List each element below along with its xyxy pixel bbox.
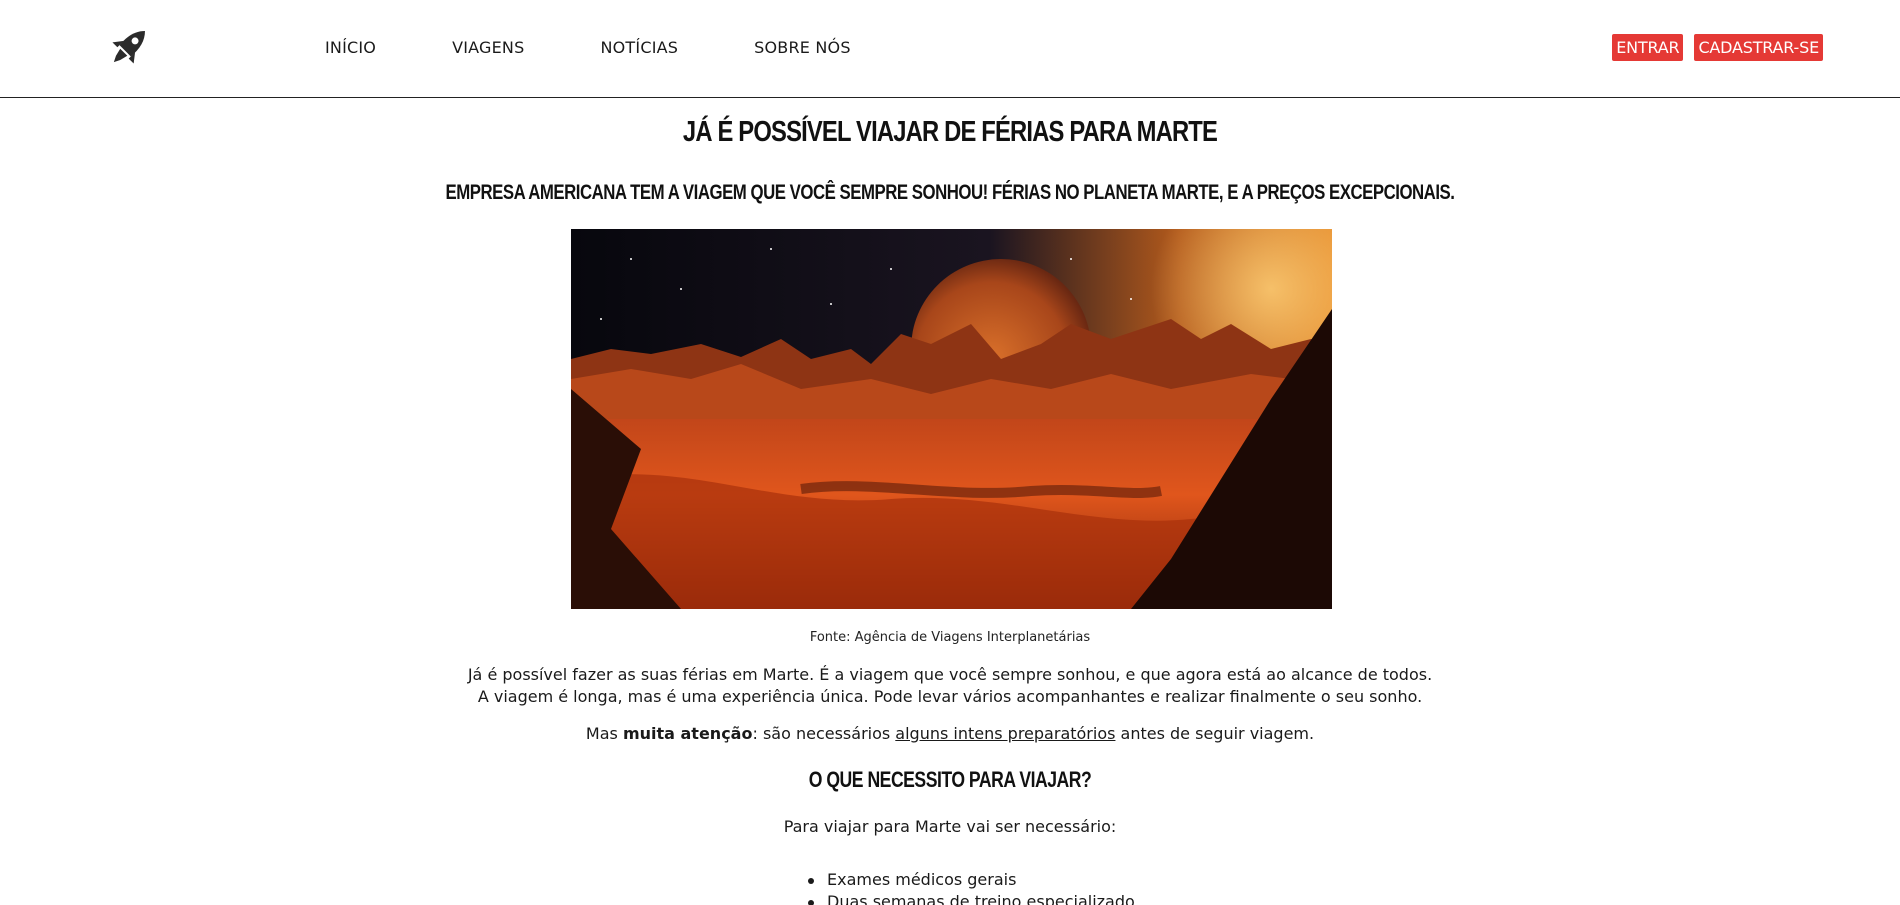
- requirements-list: Exames médicos gerais Duas semanas de tr…: [808, 869, 1135, 905]
- site-header: INÍCIO VIAGENS NOTÍCIAS SOBRE NÓS ENTRAR…: [0, 0, 1900, 98]
- warning-bold: muita atenção: [622, 724, 753, 743]
- section-intro: Para viajar para Marte vai ser necessári…: [783, 817, 1117, 836]
- signup-button[interactable]: CADASTRAR-SE: [1694, 34, 1823, 61]
- warning-paragraph: Mas muita atenção: são necessários algun…: [0, 723, 1900, 745]
- nav-inicio[interactable]: INÍCIO: [325, 38, 376, 57]
- image-caption: Fonte: Agência de Viagens Interplanetári…: [809, 630, 1091, 645]
- warning-suffix: antes de seguir viagem.: [1115, 724, 1315, 743]
- section-title: O QUE NECESSITO PARA VIAJAR?: [808, 767, 1092, 792]
- login-button[interactable]: ENTRAR: [1612, 34, 1684, 61]
- warning-middle: : são necessários: [752, 724, 896, 743]
- nav-sobre-nos[interactable]: SOBRE NÓS: [754, 38, 851, 57]
- list-item: Duas semanas de treino especializado: [808, 891, 1135, 905]
- article-subtitle: EMPRESA AMERICANA TEM A VIAGEM QUE VOCÊ …: [445, 181, 1455, 204]
- intro-line-1: Já é possível fazer as suas férias em Ma…: [467, 665, 1433, 684]
- intro-paragraph: Já é possível fazer as suas férias em Ma…: [0, 664, 1900, 708]
- auth-buttons: ENTRAR CADASTRAR-SE: [1612, 34, 1823, 61]
- rocket-icon[interactable]: [102, 22, 154, 74]
- nav-noticias[interactable]: NOTÍCIAS: [600, 38, 678, 57]
- intro-line-2: A viagem é longa, mas é uma experiência …: [477, 687, 1423, 706]
- warning-prefix: Mas: [585, 724, 623, 743]
- article-title: JÁ É POSSÍVEL VIAJAR DE FÉRIAS PARA MART…: [682, 116, 1218, 148]
- nav-viagens[interactable]: VIAGENS: [452, 38, 524, 57]
- list-item: Exames médicos gerais: [808, 869, 1135, 891]
- preparatory-items-link[interactable]: alguns intens preparatórios: [895, 724, 1115, 743]
- mars-landscape-image: [571, 229, 1332, 609]
- main-nav: INÍCIO VIAGENS NOTÍCIAS SOBRE NÓS: [325, 38, 927, 57]
